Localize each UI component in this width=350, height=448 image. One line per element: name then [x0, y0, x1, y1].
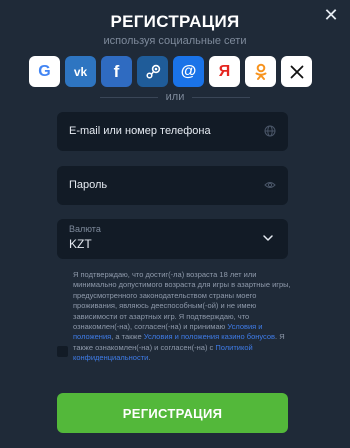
page-title: РЕГИСТРАЦИЯ: [110, 12, 240, 31]
chevron-down-icon: [263, 235, 273, 241]
password-field[interactable]: Пароль: [57, 166, 288, 205]
or-divider-text: или: [165, 91, 185, 103]
currency-label: Валюта: [69, 224, 101, 234]
steam-glyph: [145, 64, 160, 79]
or-divider: или: [100, 90, 250, 104]
yandex-icon[interactable]: Я: [209, 56, 240, 87]
password-placeholder: Пароль: [69, 179, 108, 191]
currency-value: KZT: [69, 237, 92, 251]
google-icon[interactable]: G: [29, 56, 60, 87]
odnoklassniki-glyph: [255, 63, 266, 80]
steam-icon[interactable]: [137, 56, 168, 87]
divider-line-right: [192, 96, 250, 98]
x-glyph: [290, 65, 303, 78]
terms-text-part4: .: [148, 353, 151, 363]
eye-icon[interactable]: [264, 179, 276, 191]
terms-text-part2: , а также: [111, 332, 144, 342]
registration-modal: ✕ РЕГИСТРАЦИЯ используя социальные сети …: [0, 0, 350, 448]
terms-text: Я подтверждаю, что достиг(-ла) возраста …: [73, 270, 291, 364]
vk-icon[interactable]: vk: [65, 56, 96, 87]
odnoklassniki-icon[interactable]: [245, 56, 276, 87]
social-login-row: G vk f @ Я: [29, 56, 312, 87]
terms-checkbox[interactable]: [57, 346, 68, 357]
email-placeholder: E-mail или номер телефона: [69, 125, 211, 137]
casino-bonus-terms-link[interactable]: Условия и положения казино бонусов: [144, 332, 275, 341]
register-button[interactable]: РЕГИСТРАЦИЯ: [57, 393, 288, 433]
currency-select[interactable]: Валюта KZT: [57, 219, 288, 259]
facebook-icon[interactable]: f: [101, 56, 132, 87]
globe-icon: [264, 125, 276, 137]
social-subtitle: используя социальные сети: [103, 35, 247, 47]
mail-ru-icon[interactable]: @: [173, 56, 204, 87]
divider-line-left: [100, 96, 158, 98]
x-icon[interactable]: [281, 56, 312, 87]
email-field[interactable]: E-mail или номер телефона: [57, 112, 288, 151]
